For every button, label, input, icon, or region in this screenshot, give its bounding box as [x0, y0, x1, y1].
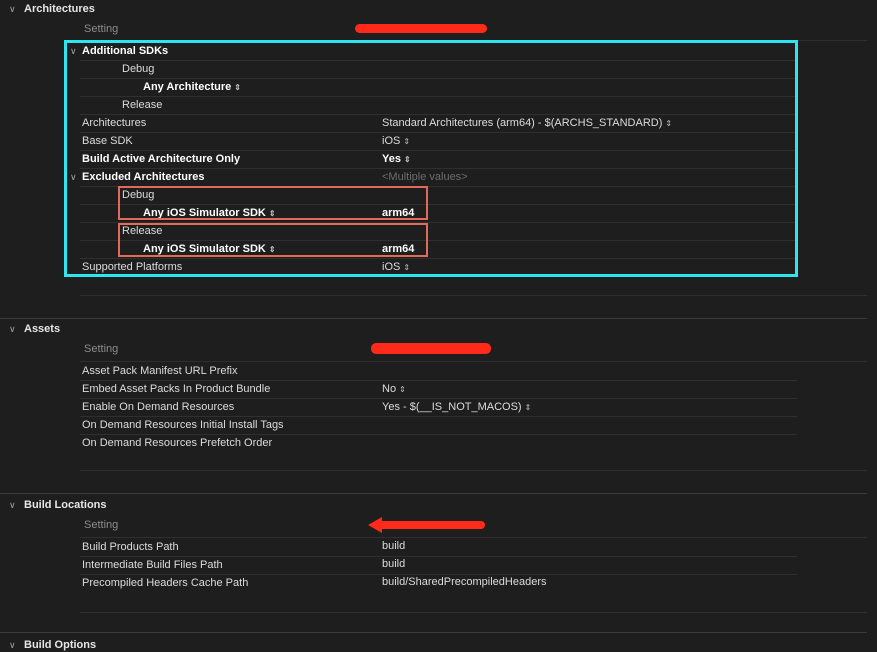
chevron-down-icon[interactable]: ∨	[9, 324, 16, 335]
arrow-left-icon	[368, 517, 382, 533]
section-title-build-options: Build Options	[24, 639, 97, 651]
setting-embed-asset-packs[interactable]: Embed Asset Packs In Product Bundle	[82, 383, 270, 395]
up-down-stepper-icon[interactable]: ⇕	[399, 385, 406, 394]
section-title-build-locations: Build Locations	[24, 499, 107, 511]
setting-build-products-path[interactable]: Build Products Path	[82, 541, 179, 553]
section-title-assets: Assets	[24, 323, 61, 335]
column-header-setting: Setting	[84, 343, 119, 355]
setting-intermediate-build-path[interactable]: Intermediate Build Files Path	[82, 559, 223, 571]
setting-precompiled-headers-path[interactable]: Precompiled Headers Cache Path	[82, 577, 248, 589]
chevron-down-icon[interactable]: ∨	[9, 4, 16, 15]
redaction-mark	[355, 24, 487, 33]
chevron-down-icon[interactable]: ∨	[9, 500, 16, 511]
column-header-setting: Setting	[84, 519, 119, 531]
value-enable-odr[interactable]: Yes - $(__IS_NOT_MACOS) ⇕	[382, 401, 531, 413]
value-build-products-path[interactable]: build	[382, 540, 405, 552]
setting-enable-odr[interactable]: Enable On Demand Resources	[82, 401, 234, 413]
up-down-stepper-icon[interactable]: ⇕	[525, 403, 532, 412]
value-intermediate-build-path[interactable]: build	[382, 558, 405, 570]
section-title-architectures: Architectures	[24, 3, 95, 15]
setting-odr-initial-tags[interactable]: On Demand Resources Initial Install Tags	[82, 419, 284, 431]
value-embed-asset-packs[interactable]: No ⇕	[382, 383, 406, 395]
redaction-mark	[371, 343, 491, 354]
redaction-mark	[378, 521, 485, 529]
callout-box-release	[118, 223, 428, 257]
chevron-down-icon[interactable]: ∨	[9, 640, 16, 651]
callout-box-debug	[118, 186, 428, 220]
column-header-setting: Setting	[84, 23, 119, 35]
setting-odr-prefetch-order[interactable]: On Demand Resources Prefetch Order	[82, 437, 272, 449]
setting-asset-pack-manifest[interactable]: Asset Pack Manifest URL Prefix	[82, 365, 237, 377]
value-precompiled-headers-path[interactable]: build/SharedPrecompiledHeaders	[382, 576, 546, 588]
